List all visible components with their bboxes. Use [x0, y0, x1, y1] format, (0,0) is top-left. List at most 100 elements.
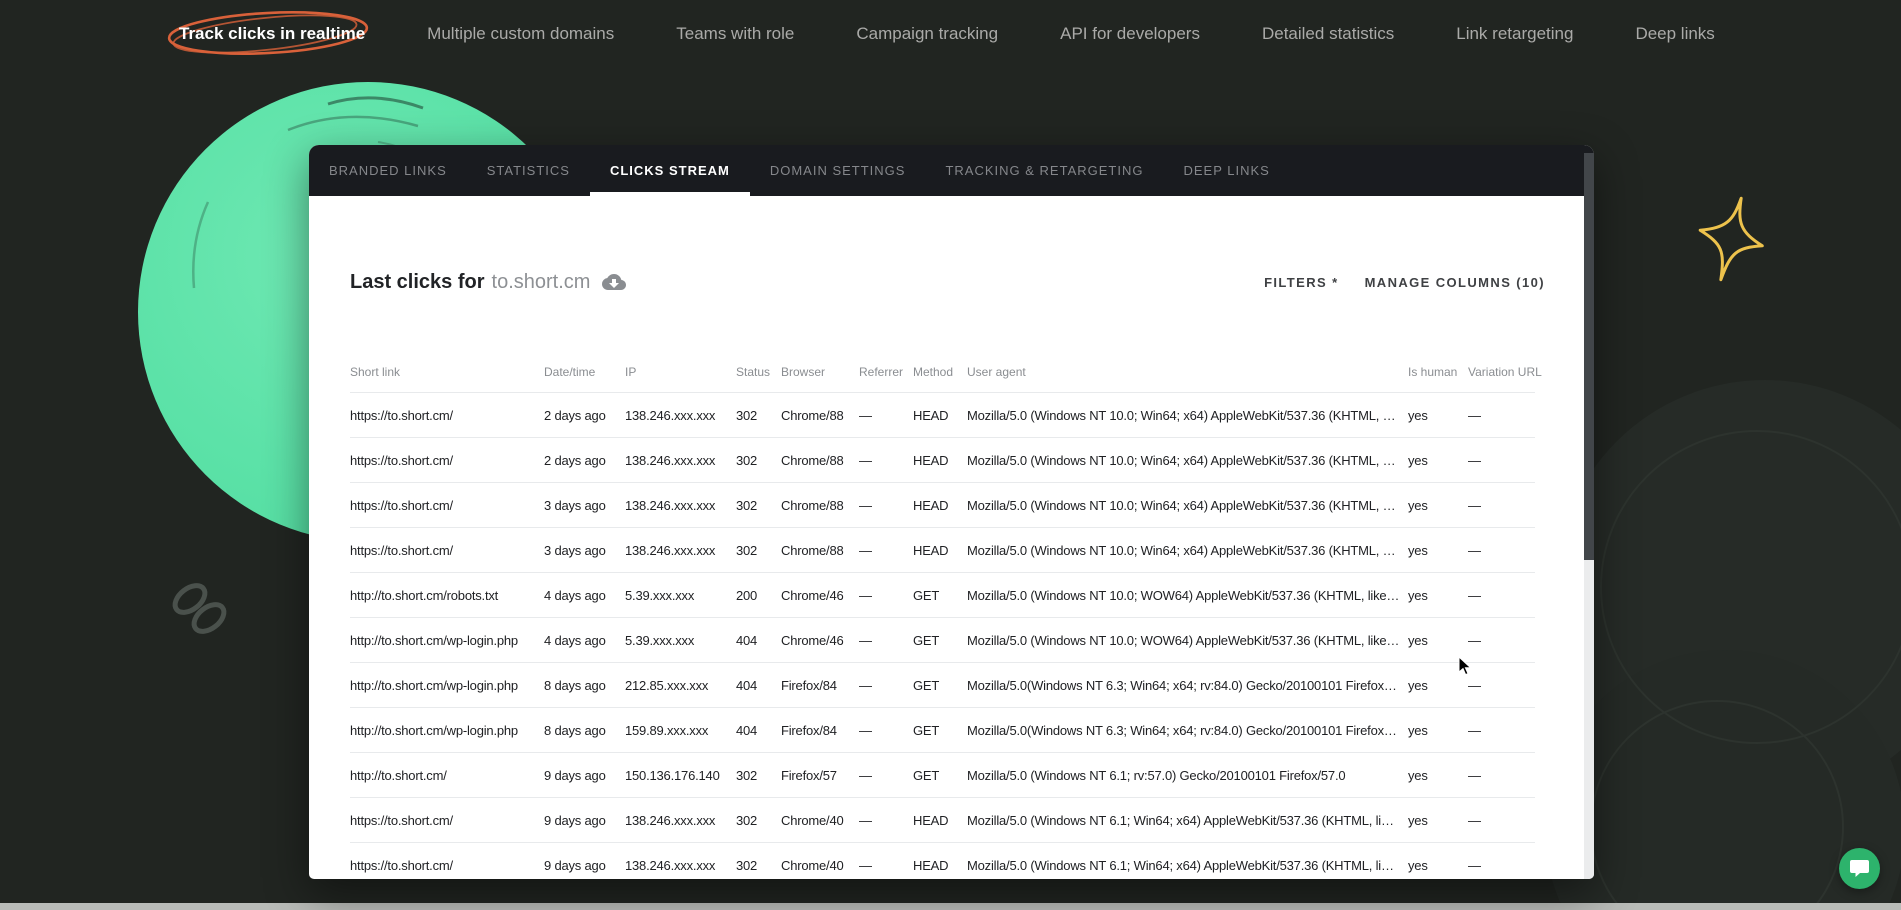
- table-cell: Chrome/88: [781, 483, 859, 528]
- nav-item[interactable]: Multiple custom domains: [427, 24, 614, 44]
- table-actions: FILTERS * MANAGE COLUMNS (10): [1264, 275, 1545, 290]
- table-row: https://to.short.cm/2 days ago138.246.xx…: [350, 393, 1535, 438]
- page: Track clicks in realtime Multiple custom …: [0, 0, 1901, 910]
- column-header[interactable]: Date/time: [544, 352, 625, 393]
- chat-launcher-button[interactable]: [1839, 848, 1880, 889]
- table-cell: 138.246.xxx.xxx: [625, 528, 736, 573]
- table-cell: Chrome/88: [781, 393, 859, 438]
- nav-item[interactable]: Detailed statistics: [1262, 24, 1394, 44]
- column-header[interactable]: IP: [625, 352, 736, 393]
- table-cell: Chrome/88: [781, 438, 859, 483]
- table-cell: Chrome/40: [781, 843, 859, 888]
- table-cell: yes: [1408, 438, 1468, 483]
- table-body: https://to.short.cm/2 days ago138.246.xx…: [350, 393, 1535, 888]
- table-cell: —: [859, 483, 913, 528]
- table-cell: Mozilla/5.0 (Windows NT 6.1; rv:57.0) Ge…: [967, 753, 1408, 798]
- tab-statistics[interactable]: STATISTICS: [467, 145, 590, 196]
- table-cell: 200: [736, 573, 781, 618]
- table-cell: GET: [913, 708, 967, 753]
- table-cell: —: [859, 618, 913, 663]
- table-cell: http://to.short.cm/wp-login.php: [350, 618, 544, 663]
- tab-branded-links[interactable]: BRANDED LINKS: [309, 145, 467, 196]
- table-cell: 2 days ago: [544, 438, 625, 483]
- table-cell: https://to.short.cm/: [350, 843, 544, 888]
- table-cell: —: [1468, 843, 1535, 888]
- table-cell: yes: [1408, 843, 1468, 888]
- nav-item[interactable]: Track clicks in realtime: [179, 24, 365, 44]
- table-row: http://to.short.cm/wp-login.php4 days ag…: [350, 618, 1535, 663]
- table-cell: Chrome/88: [781, 528, 859, 573]
- clicks-table: Short linkDate/timeIPStatusBrowserReferr…: [350, 352, 1535, 887]
- page-title: Last clicks for: [350, 271, 485, 294]
- table-cell: Mozilla/5.0 (Windows NT 10.0; Win64; x64…: [967, 483, 1408, 528]
- table-cell: —: [859, 753, 913, 798]
- table-cell: 150.136.176.140: [625, 753, 736, 798]
- nav-item[interactable]: Link retargeting: [1456, 24, 1573, 44]
- table-cell: —: [1468, 798, 1535, 843]
- table-cell: GET: [913, 618, 967, 663]
- table-cell: 404: [736, 663, 781, 708]
- table-cell: yes: [1408, 708, 1468, 753]
- table-cell: 8 days ago: [544, 708, 625, 753]
- table-row: http://to.short.cm/wp-login.php8 days ag…: [350, 708, 1535, 753]
- top-navigation: Track clicks in realtime Multiple custom …: [0, 0, 1901, 68]
- table-header-row: Short linkDate/timeIPStatusBrowserReferr…: [350, 352, 1535, 393]
- table-cell: Chrome/40: [781, 798, 859, 843]
- table-cell: 302: [736, 393, 781, 438]
- column-header[interactable]: Is human: [1408, 352, 1468, 393]
- table-cell: 302: [736, 753, 781, 798]
- table-cell: —: [859, 708, 913, 753]
- sparkle-icon: [1690, 193, 1772, 285]
- manage-columns-button[interactable]: MANAGE COLUMNS (10): [1365, 275, 1545, 290]
- tab-deep-links[interactable]: DEEP LINKS: [1163, 145, 1289, 196]
- domain-name: to.short.cm: [492, 271, 591, 294]
- bottom-strip: [0, 903, 1901, 910]
- table-cell: —: [1468, 618, 1535, 663]
- table-cell: Mozilla/5.0 (Windows NT 6.1; Win64; x64)…: [967, 798, 1408, 843]
- table-cell: HEAD: [913, 843, 967, 888]
- nav-item[interactable]: API for developers: [1060, 24, 1200, 44]
- nav-item[interactable]: Teams with role: [676, 24, 794, 44]
- table-cell: 138.246.xxx.xxx: [625, 483, 736, 528]
- card-tab-bar: BRANDED LINKSSTATISTICSCLICKS STREAMDOMA…: [309, 145, 1594, 196]
- table-cell: 9 days ago: [544, 798, 625, 843]
- nav-item[interactable]: Deep links: [1635, 24, 1714, 44]
- table-cell: —: [1468, 708, 1535, 753]
- column-header[interactable]: Variation URL: [1468, 352, 1535, 393]
- table-cell: GET: [913, 573, 967, 618]
- nav-item[interactable]: Campaign tracking: [856, 24, 998, 44]
- scrollbar-thumb[interactable]: [1584, 153, 1594, 560]
- tab-domain-settings[interactable]: DOMAIN SETTINGS: [750, 145, 926, 196]
- filters-button[interactable]: FILTERS *: [1264, 275, 1338, 290]
- table-cell: 302: [736, 483, 781, 528]
- table-cell: —: [1468, 438, 1535, 483]
- column-header[interactable]: Status: [736, 352, 781, 393]
- table-row: https://to.short.cm/2 days ago138.246.xx…: [350, 438, 1535, 483]
- table-cell: yes: [1408, 483, 1468, 528]
- table-cell: Mozilla/5.0 (Windows NT 10.0; WOW64) App…: [967, 618, 1408, 663]
- table-cell: https://to.short.cm/: [350, 393, 544, 438]
- table-cell: https://to.short.cm/: [350, 438, 544, 483]
- column-header[interactable]: Referrer: [859, 352, 913, 393]
- table-cell: yes: [1408, 393, 1468, 438]
- table-cell: Mozilla/5.0(Windows NT 6.3; Win64; x64; …: [967, 663, 1408, 708]
- column-header[interactable]: User agent: [967, 352, 1408, 393]
- table-cell: https://to.short.cm/: [350, 528, 544, 573]
- table-cell: 159.89.xxx.xxx: [625, 708, 736, 753]
- chain-links-icon: [168, 578, 232, 640]
- table-cell: —: [859, 573, 913, 618]
- tab-tracking-retargeting[interactable]: TRACKING & RETARGETING: [925, 145, 1163, 196]
- title-row: Last clicks for to.short.cm FILTERS * MA…: [350, 265, 1545, 299]
- column-header[interactable]: Short link: [350, 352, 544, 393]
- table-cell: 404: [736, 618, 781, 663]
- table-cell: Mozilla/5.0 (Windows NT 10.0; Win64; x64…: [967, 438, 1408, 483]
- table-cell: 302: [736, 843, 781, 888]
- column-header[interactable]: Method: [913, 352, 967, 393]
- table-row: http://to.short.cm/wp-login.php8 days ag…: [350, 663, 1535, 708]
- column-header[interactable]: Browser: [781, 352, 859, 393]
- table-cell: Mozilla/5.0 (Windows NT 10.0; WOW64) App…: [967, 573, 1408, 618]
- table-cell: HEAD: [913, 798, 967, 843]
- table-cell: 302: [736, 798, 781, 843]
- cloud-download-icon[interactable]: [602, 270, 626, 294]
- tab-clicks-stream[interactable]: CLICKS STREAM: [590, 145, 750, 196]
